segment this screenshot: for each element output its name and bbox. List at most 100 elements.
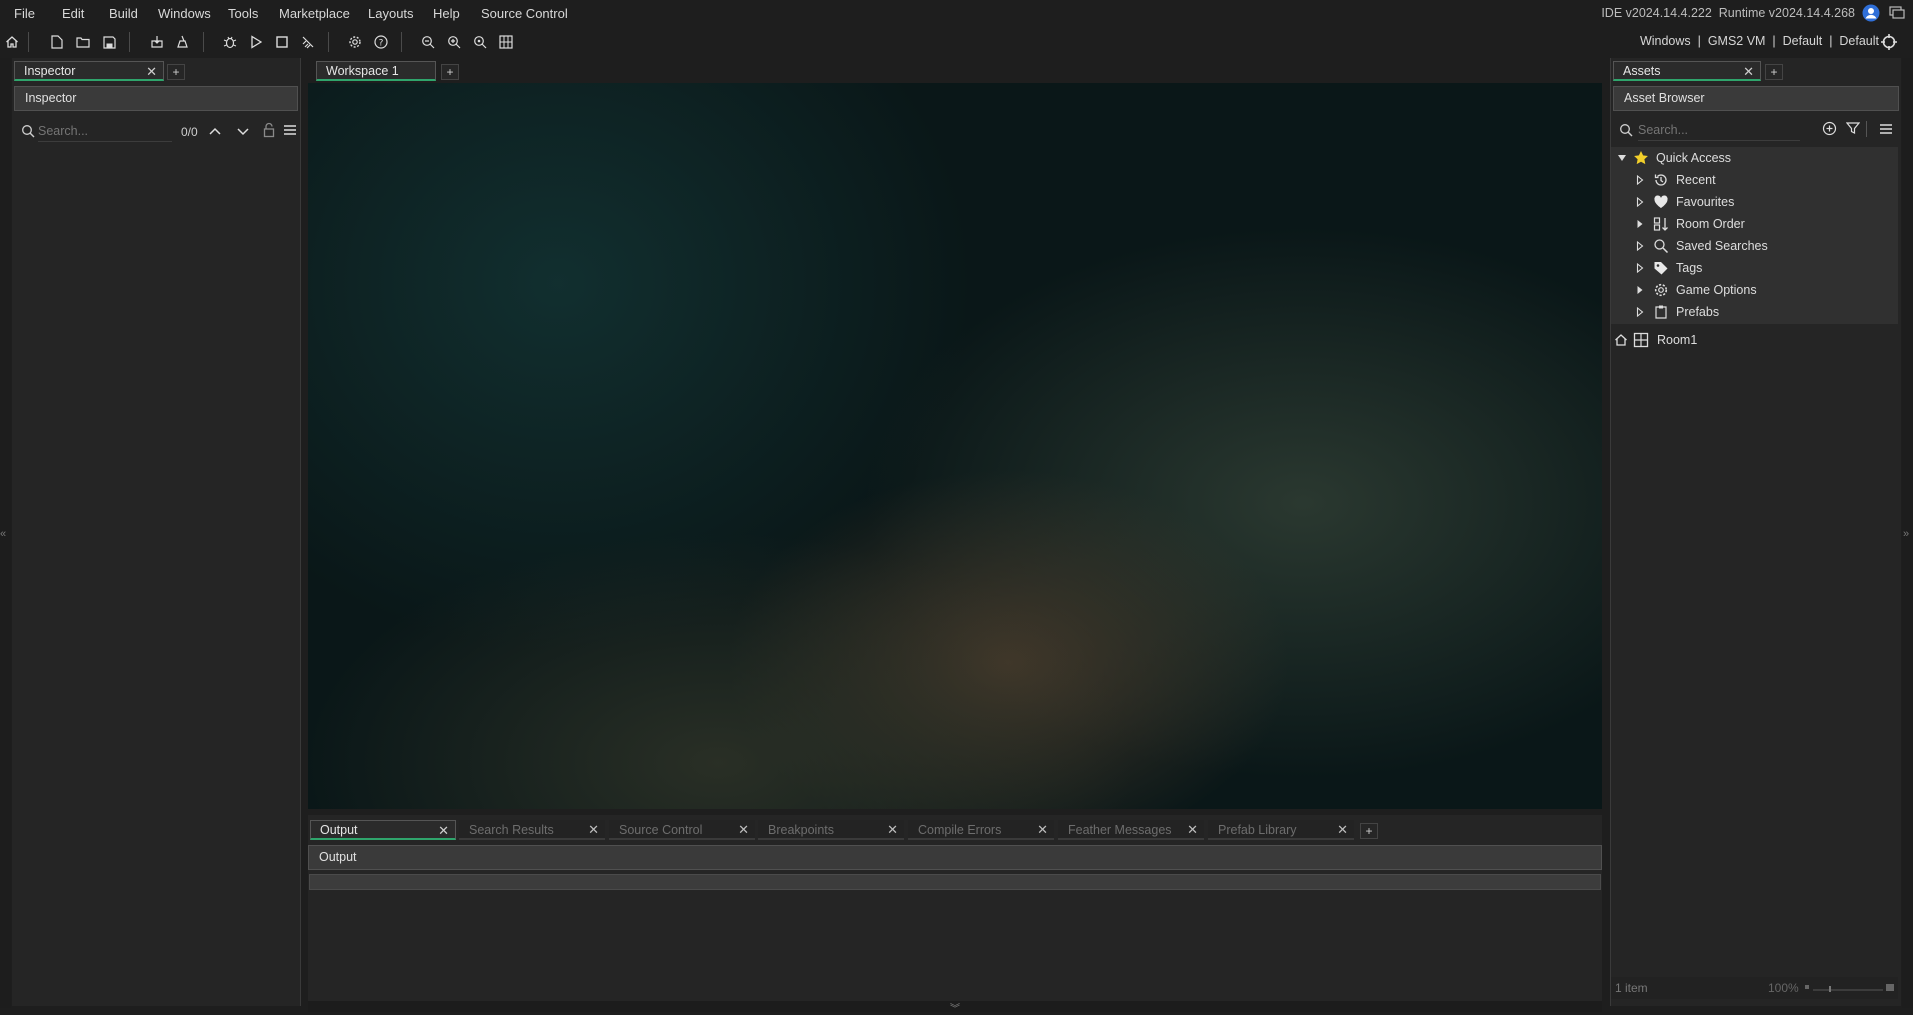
tree-item-recent[interactable]: Recent xyxy=(1611,169,1898,191)
menu-tools[interactable]: Tools xyxy=(228,6,258,21)
tab-assets[interactable]: Assets ✕ xyxy=(1613,61,1761,81)
target-device[interactable]: Default xyxy=(1839,34,1879,48)
target-platform[interactable]: Windows xyxy=(1640,34,1691,48)
chevron-right-icon[interactable] xyxy=(1636,241,1644,251)
toolbar: ? Windows | GMS2 VM | Default | Default xyxy=(0,28,1913,57)
chevron-right-icon[interactable] xyxy=(1636,263,1644,273)
menu-icon[interactable] xyxy=(283,124,297,136)
star-icon xyxy=(1633,150,1649,166)
workspace-canvas[interactable] xyxy=(308,83,1602,809)
new-project-icon[interactable] xyxy=(47,32,67,52)
menu-source-control[interactable]: Source Control xyxy=(481,6,568,21)
add-assets-tab-button[interactable]: + xyxy=(1765,64,1783,80)
add-tab-button[interactable]: + xyxy=(167,64,185,80)
tag-icon xyxy=(1653,260,1669,276)
output-log[interactable] xyxy=(308,891,1602,1001)
tab-breakpoints[interactable]: Breakpoints ✕ xyxy=(758,820,904,840)
menu-icon[interactable] xyxy=(1879,123,1893,135)
bottom-collapse-icon[interactable]: ︾ xyxy=(950,1000,960,1015)
close-icon[interactable]: ✕ xyxy=(438,824,449,837)
save-icon[interactable] xyxy=(99,32,119,52)
chevron-right-icon[interactable] xyxy=(1636,285,1644,295)
menu-bar: File Edit Build Windows Tools Marketplac… xyxy=(0,0,1913,27)
next-match-icon[interactable] xyxy=(236,127,250,137)
menu-edit[interactable]: Edit xyxy=(62,6,84,21)
menu-file[interactable]: File xyxy=(14,6,35,21)
right-collapse-icon[interactable]: » xyxy=(1903,528,1909,540)
clean-icon[interactable] xyxy=(173,32,193,52)
tree-item-room-order[interactable]: Room Order xyxy=(1611,213,1898,235)
tree-item-game-options[interactable]: Game Options xyxy=(1611,279,1898,301)
close-icon[interactable]: ✕ xyxy=(1337,823,1348,836)
tree-item-quick-access[interactable]: Quick Access xyxy=(1611,147,1898,169)
zoom-out-icon[interactable] xyxy=(418,32,438,52)
tree-item-favourites[interactable]: Favourites xyxy=(1611,191,1898,213)
chevron-right-icon[interactable] xyxy=(1636,219,1644,229)
target-config[interactable]: Default xyxy=(1783,34,1823,48)
menu-marketplace[interactable]: Marketplace xyxy=(279,6,350,21)
version-info: IDE v2024.14.4.222 Runtime v2024.14.4.26… xyxy=(1601,6,1855,20)
run-icon[interactable] xyxy=(246,32,266,52)
debug-icon[interactable] xyxy=(220,32,240,52)
target-selector[interactable]: Windows | GMS2 VM | Default | Default xyxy=(1640,34,1879,48)
add-output-tab-button[interactable]: + xyxy=(1360,823,1378,839)
home-icon[interactable] xyxy=(2,32,22,52)
grid-icon[interactable] xyxy=(496,32,516,52)
tree-item-tags[interactable]: Tags xyxy=(1611,257,1898,279)
zoom-in-icon[interactable] xyxy=(444,32,464,52)
previous-match-icon[interactable] xyxy=(208,126,222,136)
settings-icon[interactable] xyxy=(345,32,365,52)
close-icon[interactable]: ✕ xyxy=(1743,65,1754,78)
menu-help[interactable]: Help xyxy=(433,6,460,21)
tab-source-control[interactable]: Source Control ✕ xyxy=(609,820,755,840)
account-icon[interactable] xyxy=(1862,4,1880,22)
prefab-icon xyxy=(1653,304,1669,320)
close-icon[interactable]: ✕ xyxy=(738,823,749,836)
target-vm[interactable]: GMS2 VM xyxy=(1708,34,1766,48)
workspace-tabbar xyxy=(306,58,1602,82)
chevron-right-icon[interactable] xyxy=(1636,307,1644,317)
tab-inspector[interactable]: Inspector ✕ xyxy=(14,61,164,81)
close-icon[interactable]: ✕ xyxy=(1187,823,1198,836)
tree-item-saved-searches[interactable]: Saved Searches xyxy=(1611,235,1898,257)
tree-item-room1[interactable]: Room1 xyxy=(1611,329,1898,351)
chevron-right-icon[interactable] xyxy=(1636,175,1644,185)
clean-build-icon[interactable] xyxy=(298,32,318,52)
match-count: 0/0 xyxy=(181,125,198,139)
add-workspace-button[interactable]: + xyxy=(441,64,459,80)
filter-icon[interactable] xyxy=(1846,121,1860,135)
chevron-right-icon[interactable] xyxy=(1636,197,1644,207)
svg-text:?: ? xyxy=(379,39,384,49)
tab-workspace-1[interactable]: Workspace 1 xyxy=(316,61,436,81)
tree-item-prefabs[interactable]: Prefabs xyxy=(1611,301,1898,323)
close-icon[interactable]: ✕ xyxy=(588,823,599,836)
package-icon[interactable] xyxy=(147,32,167,52)
zoom-reset-icon[interactable] xyxy=(470,32,490,52)
close-icon[interactable]: ✕ xyxy=(887,823,898,836)
asset-search-input[interactable] xyxy=(1638,120,1800,141)
search-icon xyxy=(21,124,35,138)
chevron-down-icon[interactable] xyxy=(1617,153,1627,163)
tab-search-results[interactable]: Search Results ✕ xyxy=(459,820,605,840)
tab-compile-errors[interactable]: Compile Errors ✕ xyxy=(908,820,1054,840)
zoom-slider[interactable] xyxy=(1805,984,1894,994)
menu-layouts[interactable]: Layouts xyxy=(368,6,414,21)
tab-output[interactable]: Output ✕ xyxy=(310,820,456,840)
stop-icon[interactable] xyxy=(272,32,292,52)
tab-prefab-library[interactable]: Prefab Library ✕ xyxy=(1208,820,1354,840)
target-settings-icon[interactable] xyxy=(1880,33,1898,51)
output-toolbar xyxy=(309,874,1601,890)
chat-icon[interactable] xyxy=(1889,6,1905,21)
zoom-level: 100% xyxy=(1768,981,1799,995)
inspector-search-input[interactable] xyxy=(38,121,172,142)
menu-windows[interactable]: Windows xyxy=(158,6,211,21)
open-project-icon[interactable] xyxy=(73,32,93,52)
add-asset-icon[interactable] xyxy=(1822,121,1837,136)
help-icon[interactable]: ? xyxy=(371,32,391,52)
left-collapse-icon[interactable]: « xyxy=(0,528,6,540)
menu-build[interactable]: Build xyxy=(109,6,138,21)
close-icon[interactable]: ✕ xyxy=(1037,823,1048,836)
close-icon[interactable]: ✕ xyxy=(146,65,157,78)
tab-feather-messages[interactable]: Feather Messages ✕ xyxy=(1058,820,1204,840)
lock-icon[interactable] xyxy=(263,122,275,138)
